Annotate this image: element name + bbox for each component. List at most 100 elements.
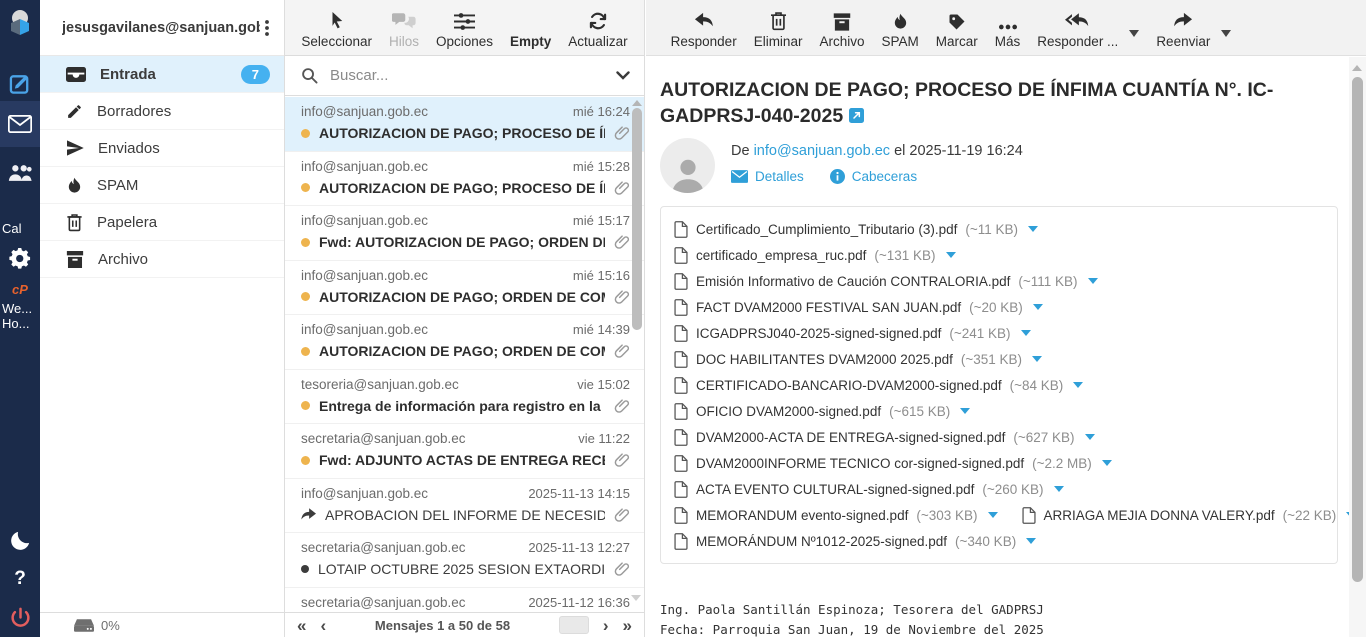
more-button[interactable]: Más	[995, 9, 1021, 49]
folder-drafts[interactable]: Borradores	[40, 93, 284, 130]
attachment-link[interactable]: Certificado_Cumplimiento_Tributario (3).…	[674, 221, 1038, 238]
contacts-button[interactable]	[0, 155, 40, 189]
open-in-new-window-icon[interactable]	[849, 104, 864, 130]
attachment-menu-caret[interactable]	[1073, 382, 1083, 388]
details-label: Detalles	[755, 169, 804, 184]
mail-scrollbar-thumb[interactable]	[1352, 77, 1363, 582]
attachment-link[interactable]: MEMORÁNDUM Nº1012-2025-signed.pdf(~340 K…	[674, 533, 1036, 550]
forward-caret[interactable]	[1221, 30, 1231, 49]
search-input[interactable]: Buscar...	[330, 67, 604, 84]
attachment-menu-caret[interactable]	[1033, 304, 1043, 310]
prev-page-button[interactable]: ‹	[320, 617, 326, 634]
first-page-button[interactable]: «	[297, 617, 306, 634]
attachment-link[interactable]: certificado_empresa_ruc.pdf(~131 KB)	[674, 247, 956, 264]
attachment-link[interactable]: ARRIAGA MEJIA DONNA VALERY.pdf(~22 KB)	[1022, 507, 1357, 524]
search-bar[interactable]: Buscar...	[285, 56, 644, 96]
cpanel-button[interactable]: cP	[0, 280, 40, 298]
logo-icon	[6, 9, 34, 36]
mark-button[interactable]: Marcar	[936, 9, 978, 49]
attachment-menu-caret[interactable]	[960, 408, 970, 414]
attachment-menu-caret[interactable]	[1102, 460, 1112, 466]
message-row[interactable]: info@sanjuan.gob.ec2025-11-13 14:15 APRO…	[285, 479, 644, 534]
webmail-home-button[interactable]: We...Ho...	[0, 300, 40, 332]
webmail-logo[interactable]	[0, 6, 40, 38]
list-scroll-down[interactable]	[631, 595, 641, 601]
folder-trash[interactable]: Papelera	[40, 204, 284, 241]
spam-button[interactable]: SPAM	[881, 9, 918, 49]
folder-archive[interactable]: Archivo	[40, 241, 284, 278]
attachment-link[interactable]: Emisión Informativo de Caución CONTRALOR…	[674, 273, 1098, 290]
attachment-menu-caret[interactable]	[946, 252, 956, 258]
mail-scrollbar[interactable]	[1349, 57, 1366, 637]
chevron-down-icon[interactable]	[616, 71, 630, 80]
last-page-button[interactable]: »	[623, 617, 632, 634]
message-row[interactable]: secretaria@sanjuan.gob.ec2025-11-13 12:2…	[285, 533, 644, 588]
message-row[interactable]: tesoreria@sanjuan.gob.ecvie 15:02 Entreg…	[285, 370, 644, 425]
message-row[interactable]: info@sanjuan.gob.ecmié 16:24 AUTORIZACIO…	[285, 97, 644, 152]
folder-spam[interactable]: SPAM	[40, 167, 284, 204]
logout-button[interactable]	[0, 602, 40, 634]
options-button[interactable]: Opciones	[436, 9, 493, 49]
mail-view-panel: Responder Eliminar Archivo SPAM Marcar M…	[646, 0, 1366, 637]
sliders-icon	[454, 9, 475, 31]
calendar-nav-button[interactable]: Cal	[0, 220, 40, 236]
attachment-menu-caret[interactable]	[988, 512, 998, 518]
dark-mode-button[interactable]	[0, 524, 40, 556]
attachment-menu-caret[interactable]	[1032, 356, 1042, 362]
attachment-size: (~627 KB)	[1013, 430, 1074, 445]
attachment-link[interactable]: FACT DVAM2000 FESTIVAL SAN JUAN.pdf(~20 …	[674, 299, 1043, 316]
attachment-menu-caret[interactable]	[1021, 330, 1031, 336]
reply-all-button[interactable]: Responder ...	[1037, 9, 1118, 49]
info-icon	[830, 169, 845, 184]
attachment-link[interactable]: ACTA EVENTO CULTURAL-signed-signed.pdf(~…	[674, 481, 1064, 498]
attachment-size: (~2.2 MB)	[1032, 456, 1092, 471]
folder-sent[interactable]: Enviados	[40, 130, 284, 167]
message-row[interactable]: info@sanjuan.gob.ecmié 15:17 Fwd: AUTORI…	[285, 206, 644, 261]
message-row[interactable]: secretaria@sanjuan.gob.ec2025-11-12 16:3…	[285, 588, 644, 613]
sender-email-link[interactable]: info@sanjuan.gob.ec	[754, 143, 890, 159]
forward-button[interactable]: Reenviar	[1156, 9, 1210, 49]
list-scrollbar-thumb[interactable]	[632, 108, 642, 330]
attachment-link[interactable]: CERTIFICADO-BANCARIO-DVAM2000-signed.pdf…	[674, 377, 1083, 394]
attachment-link[interactable]: OFICIO DVAM2000-signed.pdf(~615 KB)	[674, 403, 970, 420]
empty-button[interactable]: Empty	[510, 9, 551, 49]
attachment-link[interactable]: DVAM2000INFORME TECNICO cor-signed-signe…	[674, 455, 1112, 472]
account-menu-icon[interactable]	[260, 19, 274, 37]
page-jump-input[interactable]	[559, 616, 589, 634]
reply-button[interactable]: Responder	[671, 9, 737, 49]
details-link[interactable]: Detalles	[731, 169, 804, 184]
attachment-menu-caret[interactable]	[1026, 538, 1036, 544]
settings-button[interactable]	[0, 242, 40, 274]
message-row[interactable]: info@sanjuan.gob.ecmié 15:28 AUTORIZACIO…	[285, 152, 644, 207]
next-page-button[interactable]: ›	[603, 617, 609, 634]
attachment-link[interactable]: DOC HABILITANTES DVAM2000 2025.pdf(~351 …	[674, 351, 1042, 368]
headers-link[interactable]: Cabeceras	[830, 169, 917, 184]
attachment-menu-caret[interactable]	[1085, 434, 1095, 440]
attachment-menu-caret[interactable]	[1088, 278, 1098, 284]
mail-content: AUTORIZACION DE PAGO; PROCESO DE ÍNFIMA …	[646, 77, 1366, 637]
message-subject: LOTAIP OCTUBRE 2025 SESION EXTAORDI...	[318, 561, 605, 577]
refresh-button[interactable]: Actualizar	[568, 9, 627, 49]
compose-button[interactable]	[0, 66, 40, 100]
archive-button[interactable]: Archivo	[819, 9, 864, 49]
folder-inbox[interactable]: Entrada 7	[40, 56, 284, 93]
flame-icon	[66, 176, 83, 195]
reply-all-caret[interactable]	[1129, 30, 1139, 49]
attachment-menu-caret[interactable]	[1028, 226, 1038, 232]
select-button[interactable]: Seleccionar	[301, 9, 372, 49]
mail-nav-button[interactable]	[0, 101, 40, 147]
list-scroll-up[interactable]	[632, 100, 642, 106]
mail-scroll-up[interactable]	[1352, 65, 1362, 71]
help-icon: ?	[14, 568, 26, 590]
delete-button[interactable]: Eliminar	[754, 9, 803, 49]
help-button[interactable]: ?	[0, 564, 40, 594]
attachment-link[interactable]: ICGADPRSJ040-2025-signed-signed.pdf(~241…	[674, 325, 1031, 342]
attachment-link[interactable]: DVAM2000-ACTA DE ENTREGA-signed-signed.p…	[674, 429, 1095, 446]
message-row[interactable]: secretaria@sanjuan.gob.ecvie 11:22 Fwd: …	[285, 424, 644, 479]
message-row[interactable]: info@sanjuan.gob.ecmié 14:39 AUTORIZACIO…	[285, 315, 644, 370]
message-from: secretaria@sanjuan.gob.ec	[301, 431, 466, 446]
attachment-menu-caret[interactable]	[1054, 486, 1064, 492]
message-row[interactable]: info@sanjuan.gob.ecmié 15:16 AUTORIZACIO…	[285, 261, 644, 316]
attachment-link[interactable]: MEMORANDUM evento-signed.pdf(~303 KB)	[674, 507, 998, 524]
threads-button[interactable]: Hilos	[389, 9, 419, 49]
